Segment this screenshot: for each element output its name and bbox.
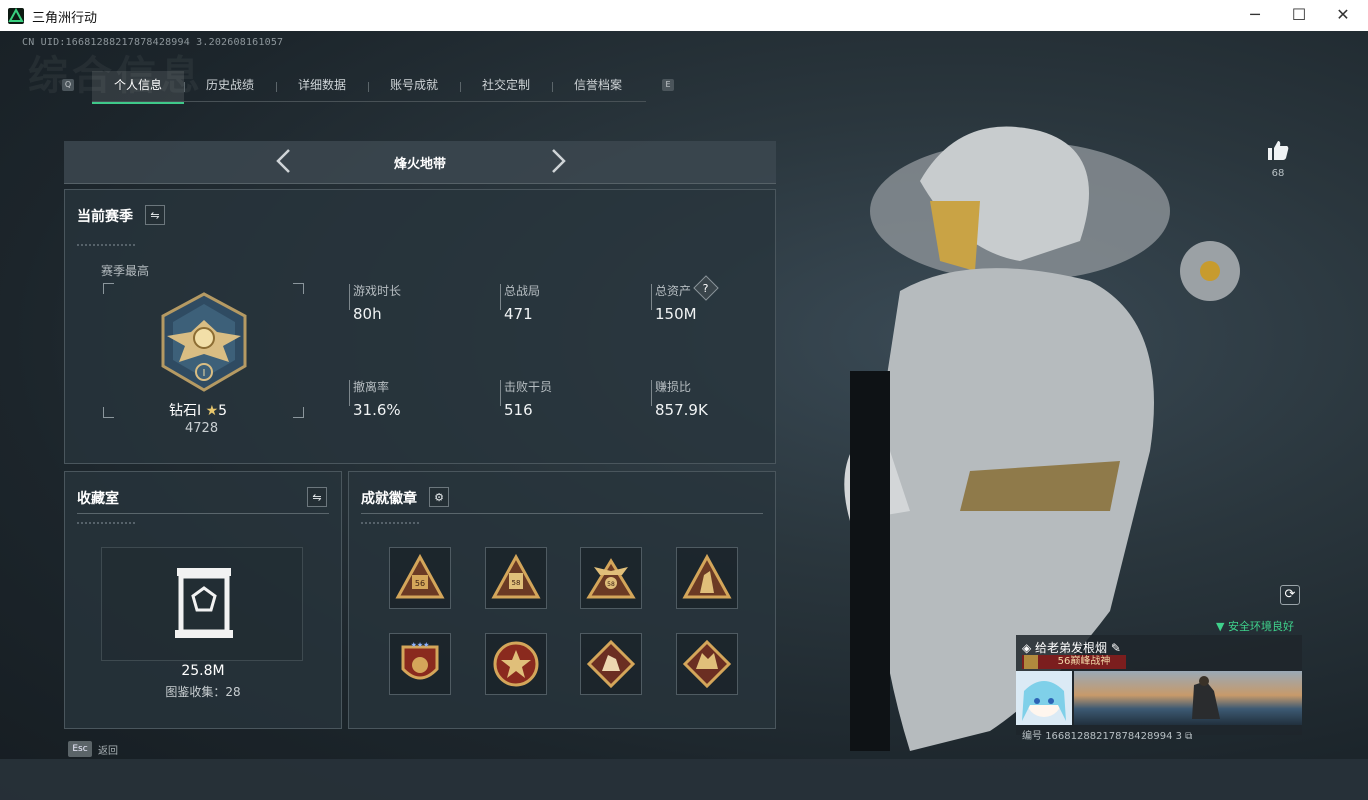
stat-extract-rate-value: 31.6% xyxy=(353,401,401,419)
svg-text:58: 58 xyxy=(512,579,521,587)
stat-total-assets-label: 总资产 xyxy=(655,284,692,298)
tab-next-key[interactable]: E xyxy=(662,79,674,91)
like-icon[interactable] xyxy=(1266,139,1290,165)
stat-total-matches-label: 总战局 xyxy=(504,284,541,298)
title-medal-icon xyxy=(1024,655,1038,669)
edit-icon[interactable]: ✎ xyxy=(1107,641,1121,655)
player-uid: CN UID:16681288217878428994 3.2026081610… xyxy=(22,37,284,48)
rank-points: 4728 xyxy=(185,421,219,436)
season-title: 当前赛季 xyxy=(77,209,133,225)
tab-personal-info[interactable]: 个人信息 xyxy=(92,71,184,104)
tab-detailed-data[interactable]: 详细数据 xyxy=(276,71,368,102)
close-icon[interactable]: ✕ xyxy=(1320,0,1366,31)
stat-profit-ratio-label: 赚损比 xyxy=(655,380,692,394)
safe-env-label: 安全环境良好 xyxy=(1227,620,1294,633)
player-banner-image xyxy=(1074,671,1302,725)
back-label[interactable]: 返回 xyxy=(98,742,118,757)
gear-icon[interactable]: ⚙ xyxy=(429,487,449,507)
mode-label: 烽火地带 xyxy=(393,157,446,172)
player-id-value: 16681288217878428994 3 xyxy=(1045,731,1182,742)
collection-title: 收藏室 xyxy=(77,491,119,507)
main-tabs: Q 个人信息 历史战绩 详细数据 账号成就 社交定制 信誉档案 E xyxy=(62,71,676,104)
shield-check-icon: ▼ xyxy=(1216,620,1228,633)
medal-icon: ◈ xyxy=(1022,641,1036,655)
catalog-count: 28 xyxy=(225,685,241,699)
badge-triangle-soldier[interactable] xyxy=(676,547,738,609)
rank-emblem-icon: I xyxy=(153,292,255,398)
copy-icon[interactable]: ⧉ xyxy=(1182,731,1192,742)
badge-diamond-dragon[interactable] xyxy=(676,633,738,695)
chevron-right-icon[interactable] xyxy=(548,147,568,182)
badge-diamond-wolf[interactable] xyxy=(580,633,642,695)
window-title: 三角洲行动 xyxy=(32,11,98,26)
like-count: 68 xyxy=(1271,168,1285,179)
tab-achievements[interactable]: 账号成就 xyxy=(368,71,460,102)
stat-total-assets-value: 150M xyxy=(655,305,697,323)
player-avatar[interactable] xyxy=(1016,671,1072,725)
rank-name: 钻石I xyxy=(169,403,202,419)
stat-play-time-value: 80h xyxy=(353,305,382,323)
achievements-panel: 成就徽章 ⚙ 56 58 58 ★★★ xyxy=(348,471,776,729)
achievements-title: 成就徽章 xyxy=(361,491,417,507)
stat-total-matches-value: 471 xyxy=(504,305,533,323)
player-name: 给老弟发根烟 xyxy=(1035,641,1108,655)
svg-text:I: I xyxy=(203,368,206,379)
svg-text:56: 56 xyxy=(415,579,425,588)
star-icon: ★ xyxy=(201,403,219,419)
swap-icon[interactable]: ⇋ xyxy=(145,205,165,225)
vault-icon xyxy=(173,566,235,644)
app-logo-icon xyxy=(8,7,24,24)
refresh-icon[interactable]: ⟳ xyxy=(1280,585,1300,605)
collection-panel: 收藏室 ⇋ 25.8M 图鉴收集：28 xyxy=(64,471,342,729)
esc-key[interactable]: Esc xyxy=(68,741,92,757)
tab-prev-key[interactable]: Q xyxy=(62,79,74,91)
stat-kills-label: 击败干员 xyxy=(504,380,553,394)
player-id-label: 编号 xyxy=(1022,731,1042,742)
svg-text:★★★: ★★★ xyxy=(411,641,430,649)
minimize-icon[interactable]: ─ xyxy=(1232,0,1278,31)
game-viewport: 综合信息 CN UID:16681288217878428994 3.20260… xyxy=(0,31,1368,800)
tab-reputation[interactable]: 信誉档案 xyxy=(552,71,644,102)
badge-triangle-58[interactable]: 58 xyxy=(485,547,547,609)
season-best-label: 赛季最高 xyxy=(101,264,150,278)
swap-icon[interactable]: ⇋ xyxy=(307,487,327,507)
rank-stars: 5 xyxy=(218,403,228,419)
season-panel: 当前赛季 ⇋ 赛季最高 I 钻石I ★5 4728 游戏时长 80h 总战局 4… xyxy=(64,189,776,464)
collection-value: 25.8M xyxy=(181,663,225,679)
catalog-label: 图鉴收集： xyxy=(165,685,226,699)
bottom-bar xyxy=(0,759,1368,800)
player-card: ◈ 给老弟发根烟 ✎ 56巅峰战神 编号 1668128821787842899… xyxy=(1016,635,1302,742)
stat-play-time-label: 游戏时长 xyxy=(353,284,402,298)
player-title: 56巅峰战神 xyxy=(1057,656,1111,667)
stat-kills-value: 516 xyxy=(504,401,533,419)
help-icon[interactable]: ? xyxy=(693,275,719,301)
badge-triangle-winged[interactable]: 58 xyxy=(580,547,642,609)
window-titlebar: 三角洲行动 ─ ☐ ✕ xyxy=(0,0,1368,31)
stat-extract-rate-label: 撤离率 xyxy=(353,380,390,394)
maximize-icon[interactable]: ☐ xyxy=(1276,0,1322,31)
svg-text:58: 58 xyxy=(607,581,615,588)
tab-social[interactable]: 社交定制 xyxy=(460,71,552,102)
stat-profit-ratio-value: 857.9K xyxy=(655,401,708,419)
badge-shield-stars[interactable]: ★★★ xyxy=(389,633,451,695)
tab-history[interactable]: 历史战绩 xyxy=(184,71,276,102)
badge-round-star[interactable] xyxy=(485,633,547,695)
badge-triangle-56-a[interactable]: 56 xyxy=(389,547,451,609)
mode-selector: 烽火地带 xyxy=(64,141,776,184)
